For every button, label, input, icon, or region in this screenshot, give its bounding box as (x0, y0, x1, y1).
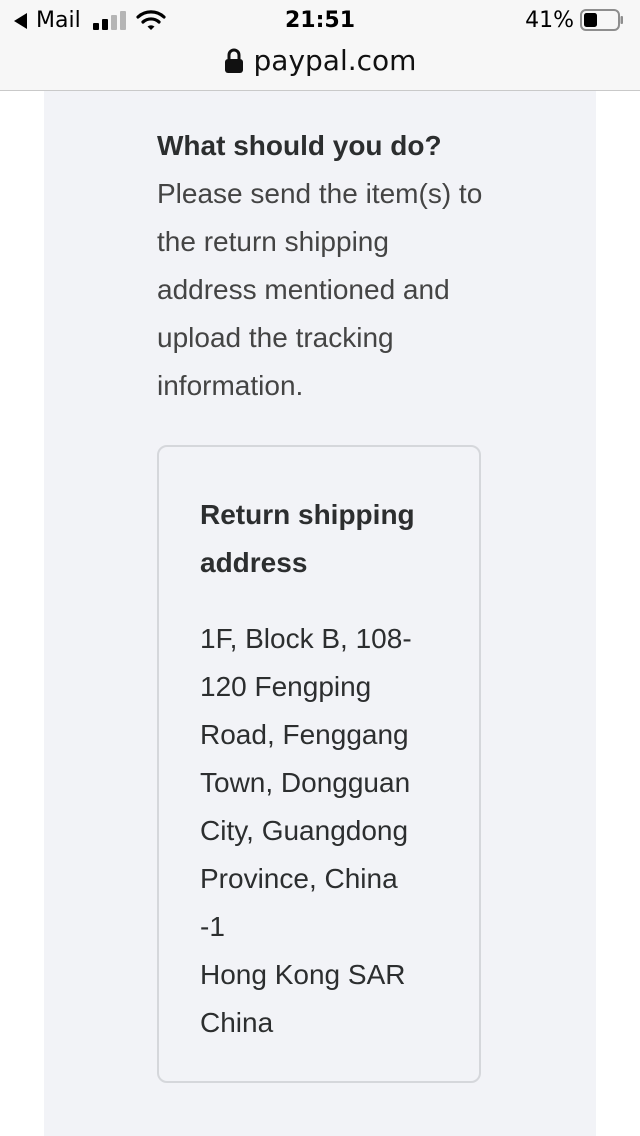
address-line-code: -1 (200, 911, 225, 942)
address-card-title: Return shipping address (200, 499, 415, 578)
browser-chrome: Mail 21:51 41% paypal.com (0, 0, 640, 91)
address-line-street: 1F, Block B, 108-120 Fengping Road, Feng… (200, 623, 412, 894)
status-bar: Mail 21:51 41% (0, 0, 640, 40)
address-line-region: Hong Kong SAR China (200, 959, 406, 1038)
address-text: 1F, Block B, 108-120 Fengping Road, Feng… (200, 615, 450, 1047)
address-bar[interactable]: paypal.com (0, 42, 640, 78)
battery-percentage: 41% (525, 8, 574, 33)
url-text: paypal.com (253, 43, 417, 77)
battery-icon (580, 9, 623, 31)
return-address-card: Return shipping address 1F, Block B, 108… (157, 445, 481, 1083)
battery-fill (584, 13, 597, 27)
question-heading: What should you do? (157, 130, 442, 161)
instructions-text: Please send the item(s) to the return sh… (157, 178, 483, 401)
lock-icon (224, 48, 243, 73)
